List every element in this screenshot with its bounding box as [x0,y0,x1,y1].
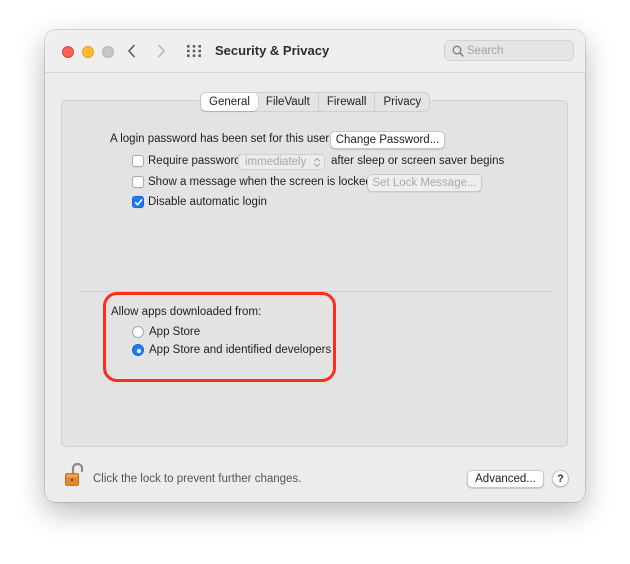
zoom-window-button[interactable] [102,46,114,58]
show-all-button[interactable] [186,44,202,58]
search-icon [452,45,464,57]
advanced-button[interactable]: Advanced... [467,470,544,488]
close-window-button[interactable] [62,46,74,58]
require-password-delay-value: immediately [245,156,307,168]
require-password-delay-popup[interactable]: immediately [238,154,325,170]
radio-app-store-and-identified-developers-label: App Store and identified developers [149,344,332,356]
grid-icon [187,45,201,57]
forward-button[interactable] [152,40,172,62]
radio-app-store-and-identified-developers[interactable] [132,344,144,356]
login-password-text: A login password has been set for this u… [110,133,330,145]
allow-apps-heading: Allow apps downloaded from: [111,306,262,318]
require-password-suffix: after sleep or screen saver begins [331,155,505,167]
show-lock-message-label: Show a message when the screen is locked [148,176,372,188]
help-button[interactable]: ? [552,470,569,487]
radio-app-store-label: App Store [149,326,201,338]
tab-bar: General FileVault Firewall Privacy [200,92,431,112]
tab-firewall[interactable]: Firewall [319,93,376,111]
disable-automatic-login-label: Disable automatic login [148,196,267,208]
disable-automatic-login-checkbox[interactable] [132,196,144,208]
unlocked-padlock-icon [65,462,84,486]
tab-filevault[interactable]: FileVault [258,93,319,111]
up-down-chevron-icon [313,157,321,168]
change-password-button[interactable]: Change Password... [330,131,445,149]
checkmark-icon [134,199,143,206]
require-password-checkbox[interactable] [132,155,144,167]
show-lock-message-checkbox[interactable] [132,176,144,188]
search-input[interactable] [467,42,567,59]
search-field[interactable] [444,40,574,61]
title-bar: Security & Privacy [45,30,585,73]
tab-general[interactable]: General [201,93,258,111]
minimize-window-button[interactable] [82,46,94,58]
tab-privacy[interactable]: Privacy [375,93,429,111]
back-button[interactable] [123,40,143,62]
lock-button[interactable] [64,462,86,488]
general-tab-panel [61,100,568,447]
lock-status-text: Click the lock to prevent further change… [93,473,302,485]
chevron-left-icon [128,44,135,58]
set-lock-message-button[interactable]: Set Lock Message... [367,174,482,192]
window-title: Security & Privacy [215,43,330,58]
preferences-window: Security & Privacy General FileVault Fir… [45,30,585,502]
chevron-right-icon [158,44,165,58]
section-divider [79,291,551,292]
require-password-label: Require password [148,155,241,167]
radio-app-store[interactable] [132,326,144,338]
